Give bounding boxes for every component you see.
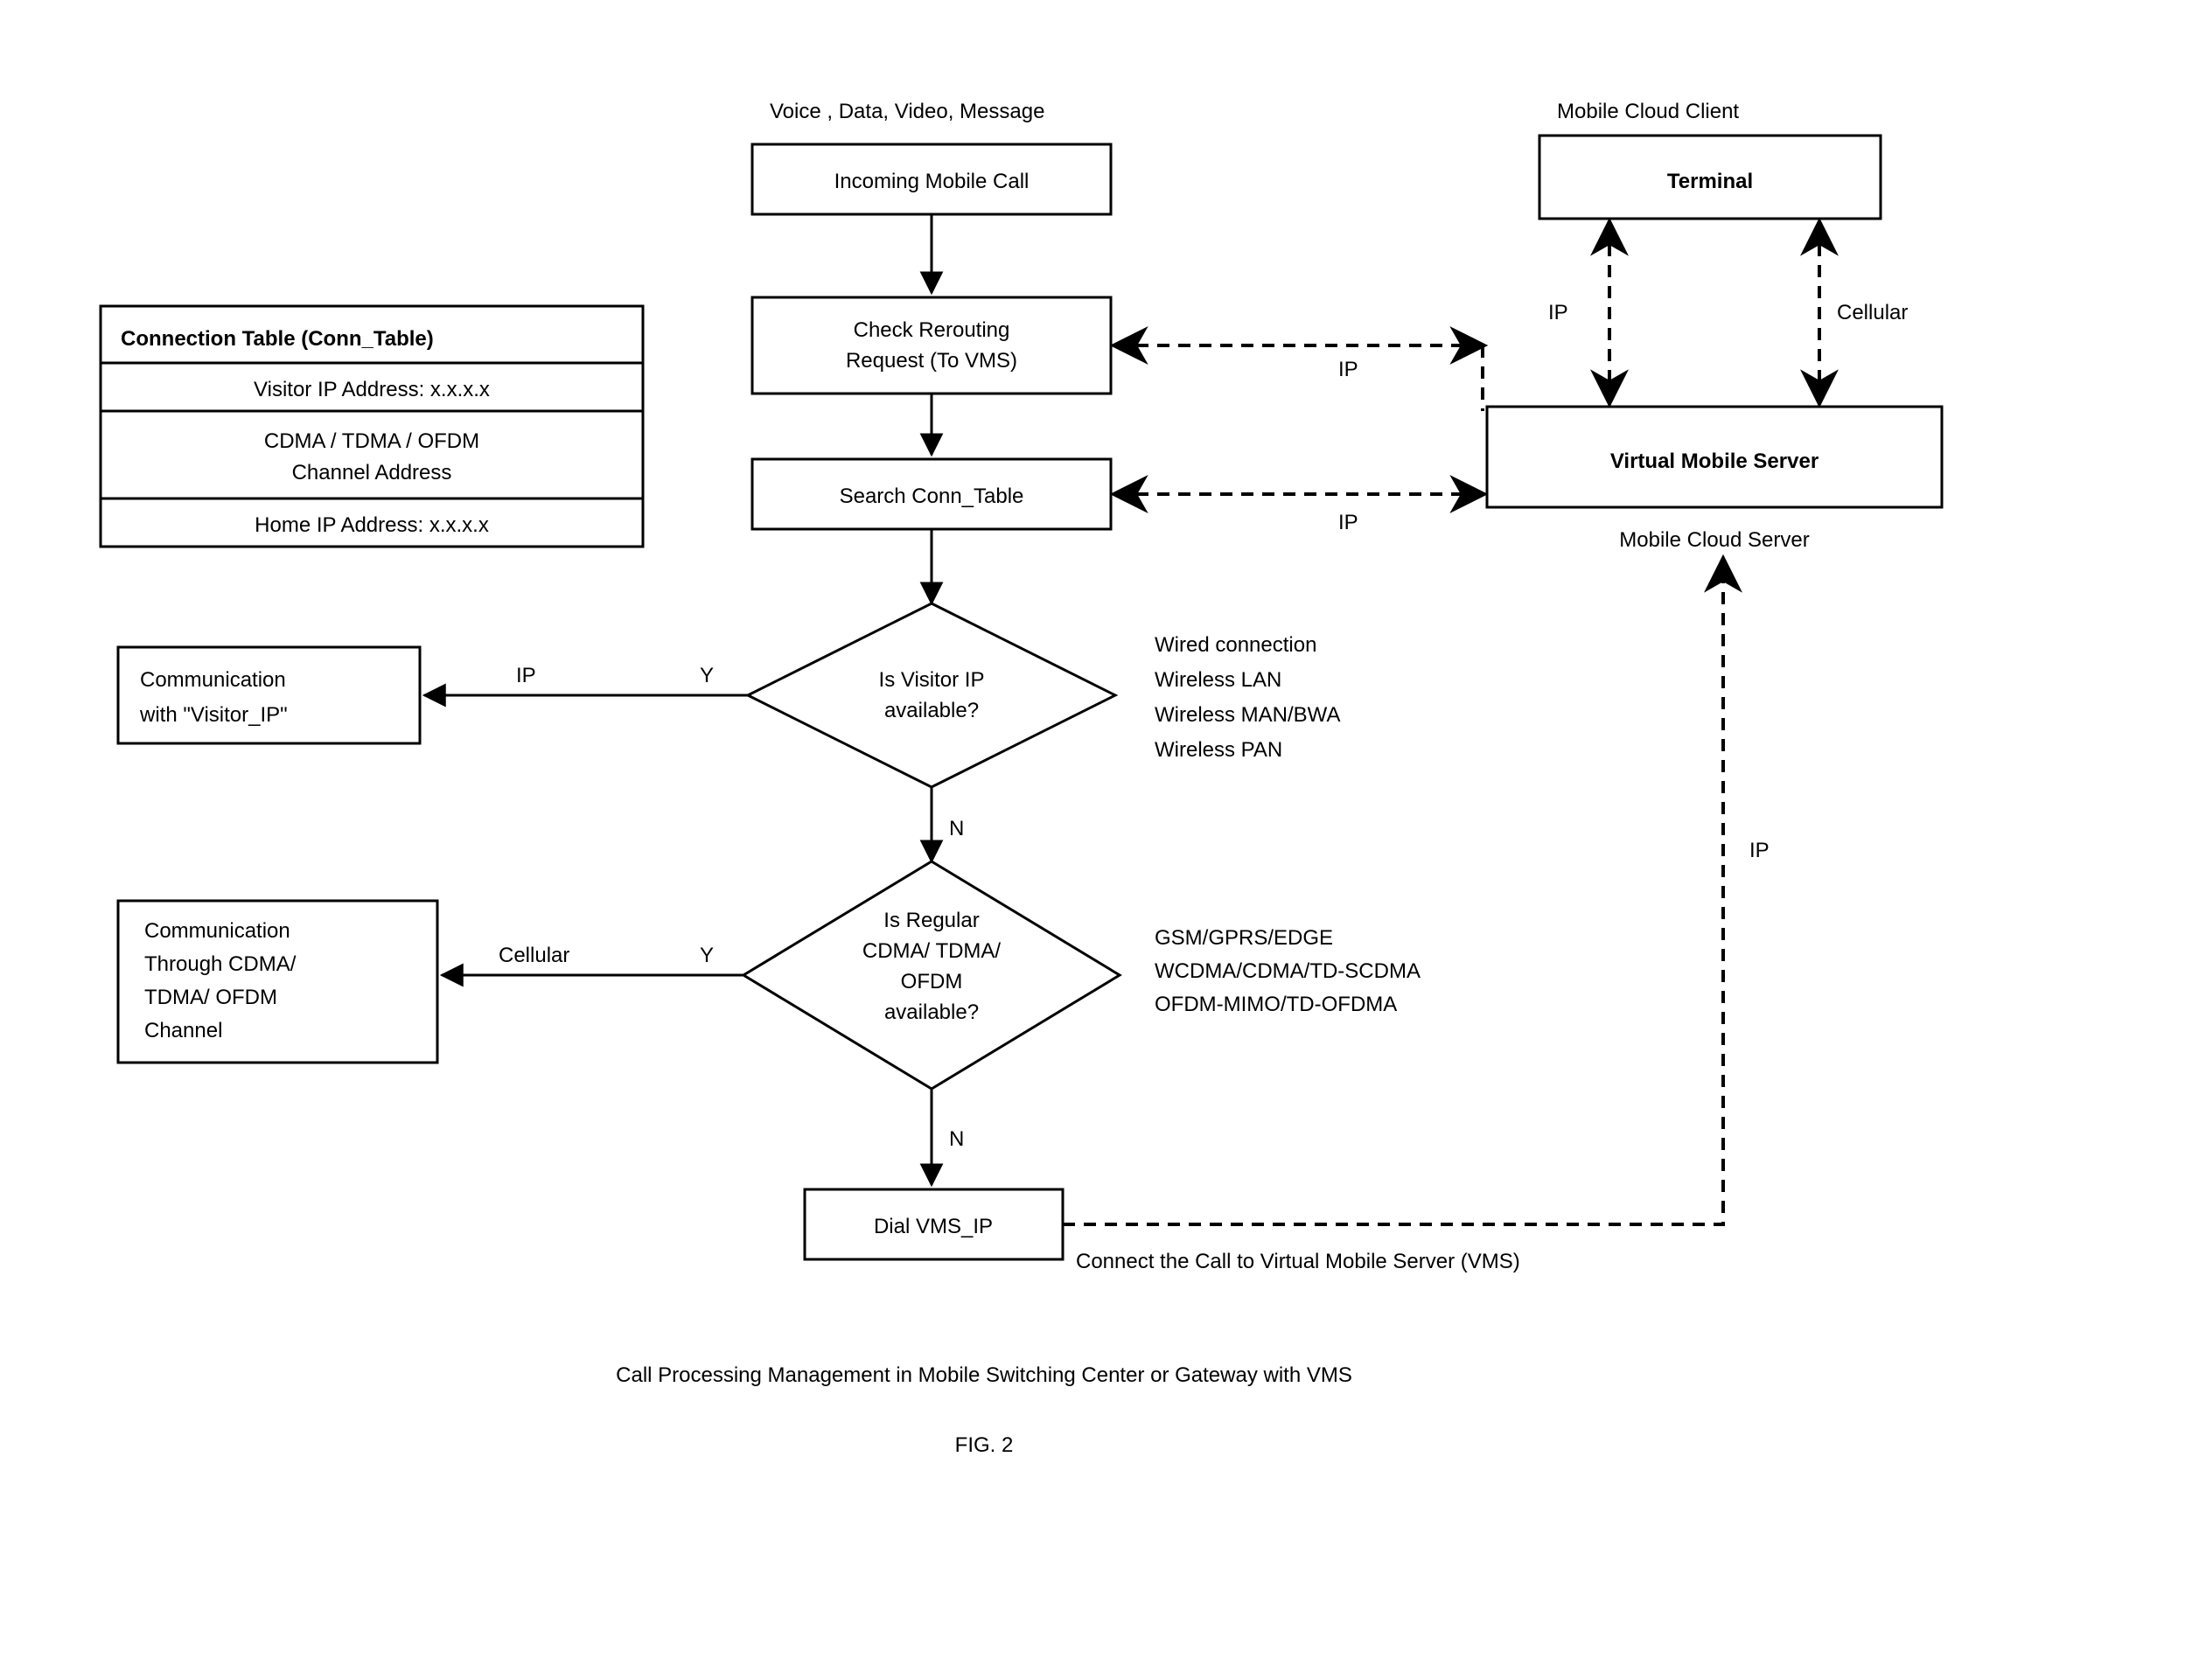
d1-side-4: Wireless PAN: [1155, 738, 1282, 762]
ip-label-dial-vms: IP: [1749, 839, 1770, 862]
terminal-label: Terminal: [1667, 170, 1753, 193]
figure-label: FIG. 2: [955, 1433, 1014, 1457]
check-rerouting-box: [752, 297, 1111, 394]
decision-visitor-ip-line1: Is Visitor IP: [879, 668, 985, 692]
connection-table-header: Connection Table (Conn_Table): [121, 327, 434, 351]
incoming-mobile-call-label: Incoming Mobile Call: [834, 170, 1030, 193]
comm-cdma-line1: Communication: [144, 919, 290, 943]
d2-y-label: Y: [700, 944, 714, 967]
d2-line2: CDMA/ TDMA/: [862, 939, 1002, 963]
d1-side-2: Wireless LAN: [1155, 668, 1281, 692]
comm-visitor-ip-box: [118, 647, 420, 743]
connection-table-row2b: Channel Address: [292, 461, 452, 484]
arrow-dial-to-vms: [1063, 560, 1723, 1224]
comm-cdma-line3: TDMA/ OFDM: [144, 986, 277, 1009]
virtual-mobile-server-label: Virtual Mobile Server: [1610, 450, 1819, 473]
comm-visitor-ip-line1: Communication: [140, 668, 286, 692]
d2-n-label: N: [949, 1127, 964, 1151]
d2-side-3: OFDM-MIMO/TD-OFDMA: [1155, 993, 1397, 1016]
connection-table-row2a: CDMA / TDMA / OFDM: [264, 429, 479, 453]
d2-side-1: GSM/GPRS/EDGE: [1155, 926, 1333, 950]
dial-vms-ip-label: Dial VMS_IP: [874, 1215, 993, 1238]
d1-side-3: Wireless MAN/BWA: [1155, 703, 1340, 727]
comm-cdma-line2: Through CDMA/: [144, 952, 297, 976]
d2-side-2: WCDMA/CDMA/TD-SCDMA: [1155, 959, 1421, 983]
connect-note: Connect the Call to Virtual Mobile Serve…: [1076, 1250, 1520, 1273]
header-voice-data: Voice , Data, Video, Message: [770, 100, 1044, 123]
d2-line1: Is Regular: [883, 909, 979, 932]
diagram-canvas: Voice , Data, Video, Message Mobile Clou…: [0, 0, 2192, 1680]
ip-label-terminal-vms: IP: [1548, 301, 1568, 324]
ip-label-search-vms: IP: [1338, 511, 1358, 534]
comm-visitor-ip-line2: with "Visitor_IP": [139, 703, 288, 727]
d1-n-label: N: [949, 817, 964, 840]
connection-table-row3: Home IP Address: x.x.x.x: [255, 513, 489, 537]
d1-y-label: Y: [700, 664, 714, 687]
d1-ip-label: IP: [516, 664, 536, 687]
check-rerouting-line2: Request (To VMS): [846, 349, 1017, 373]
check-rerouting-line1: Check Rerouting: [854, 318, 1010, 342]
d2-cellular-label: Cellular: [499, 944, 569, 967]
comm-cdma-line4: Channel: [144, 1019, 222, 1042]
d1-side-1: Wired connection: [1155, 633, 1316, 657]
header-mobile-cloud-client: Mobile Cloud Client: [1557, 100, 1739, 123]
ip-label-check-vms: IP: [1338, 358, 1358, 381]
d2-line3: OFDM: [901, 970, 963, 993]
search-conn-table-label: Search Conn_Table: [840, 484, 1024, 508]
cellular-label-terminal-vms: Cellular: [1837, 301, 1908, 324]
connection-table-row1: Visitor IP Address: x.x.x.x: [254, 378, 490, 401]
caption: Call Processing Management in Mobile Swi…: [616, 1363, 1352, 1387]
connection-table: Connection Table (Conn_Table) Visitor IP…: [101, 306, 643, 547]
decision-visitor-ip: [748, 603, 1115, 787]
mobile-cloud-server-label: Mobile Cloud Server: [1619, 528, 1809, 552]
d2-line4: available?: [884, 1000, 979, 1024]
decision-visitor-ip-line2: available?: [884, 699, 979, 722]
